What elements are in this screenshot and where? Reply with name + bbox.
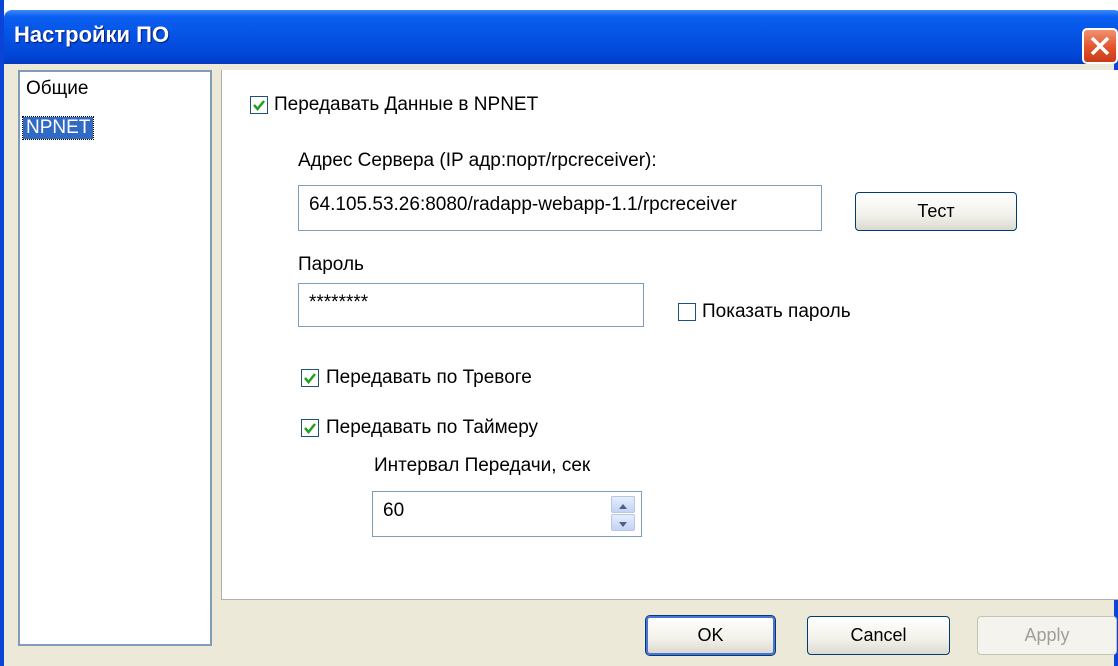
close-icon [1090, 36, 1110, 56]
password-label: Пароль [298, 254, 364, 275]
send-on-alarm-checkbox[interactable] [301, 369, 319, 387]
interval-label: Интервал Передачи, сек [374, 455, 591, 476]
show-password-checkbox[interactable] [678, 303, 696, 321]
checkmark-icon [253, 100, 265, 111]
show-password-label: Показать пароль [702, 301, 851, 322]
interval-input[interactable]: 60 [372, 491, 642, 537]
server-address-input[interactable]: 64.105.53.26:8080/radapp-webapp-1.1/rpcr… [298, 185, 822, 231]
close-button[interactable] [1082, 28, 1118, 64]
send-on-alarm-label: Передавать по Тревоге [326, 367, 532, 388]
send-on-timer-label: Передавать по Таймеру [326, 417, 539, 438]
category-item-npnet[interactable]: NPNET [21, 116, 95, 140]
spin-down-button[interactable] [611, 514, 635, 531]
interval-spinner[interactable] [611, 496, 635, 532]
apply-button[interactable]: Apply [977, 616, 1117, 655]
arrow-up-icon [619, 504, 627, 509]
category-list[interactable]: Общие NPNET [18, 70, 212, 646]
server-address-label: Адрес Сервера (IP адр:порт/rpcreceiver): [298, 150, 657, 171]
cancel-button[interactable]: Cancel [807, 616, 950, 655]
category-item-general[interactable]: Общие [26, 78, 88, 100]
ok-button[interactable]: OK [645, 615, 776, 656]
test-button[interactable]: Тест [855, 192, 1017, 231]
password-input[interactable]: ******** [298, 283, 644, 327]
send-data-checkbox[interactable] [250, 96, 268, 114]
window-title: Настройки ПО [14, 22, 170, 47]
arrow-down-icon [619, 522, 627, 527]
checkmark-icon [304, 373, 316, 384]
settings-dialog: Настройки ПО Общие NPNET Передавать Данн… [0, 0, 1118, 666]
send-on-timer-checkbox[interactable] [301, 419, 319, 437]
title-bar[interactable]: Настройки ПО [4, 10, 1118, 64]
spin-up-button[interactable] [611, 496, 635, 513]
send-data-label: Передавать Данные в NPNET [274, 94, 539, 115]
checkmark-icon [304, 423, 316, 434]
